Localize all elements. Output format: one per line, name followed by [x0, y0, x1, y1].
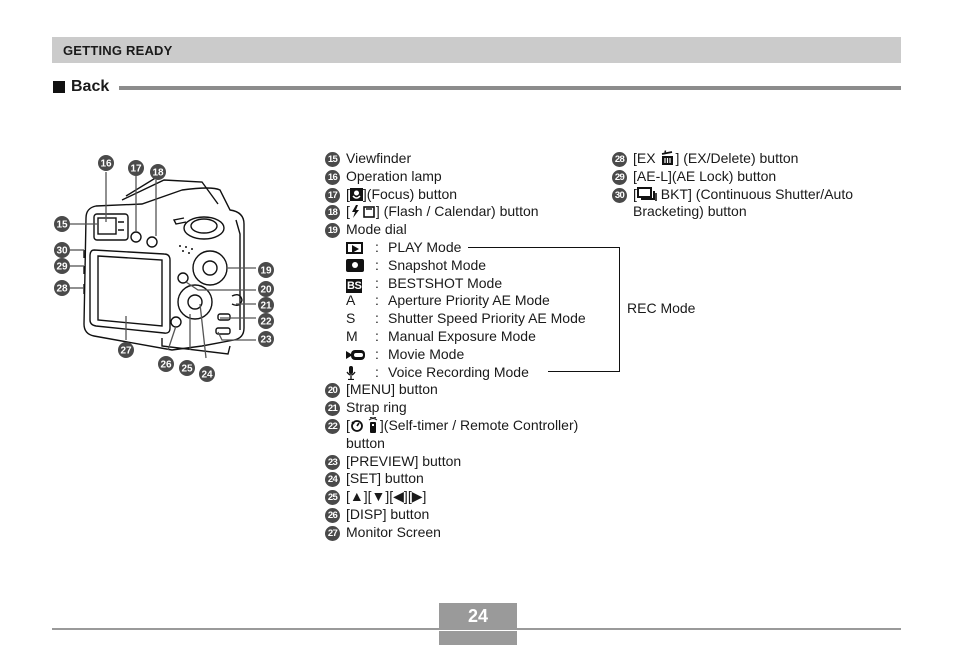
list-item: 25 [▲][▼][◀][▶] [325, 488, 615, 506]
callout-22: 22 [258, 313, 274, 329]
list-item: 29 [AE-L](AE Lock) button [612, 168, 902, 186]
disp-button-shape [170, 316, 182, 328]
bestshot-icon: BS [346, 278, 363, 293]
flash-button-shape [146, 236, 158, 248]
menu-button-shape [177, 272, 189, 284]
focus-button-shape [130, 231, 142, 243]
flash-calendar-icon [351, 205, 375, 219]
svg-text:28: 28 [56, 284, 68, 295]
svg-text:18: 18 [152, 168, 164, 179]
item-number: 15 [325, 152, 340, 167]
svg-text:21: 21 [260, 301, 272, 312]
play-icon [346, 241, 363, 254]
list-item: 16 Operation lamp [325, 168, 615, 186]
rec-mode-label: REC Mode [627, 300, 696, 316]
callout-28: 28 [54, 280, 70, 296]
continuous-shutter-icon [636, 186, 657, 201]
callout-26: 26 [158, 356, 174, 372]
svg-text:26: 26 [160, 360, 172, 371]
item-number: 21 [325, 401, 340, 417]
callout-19: 19 [258, 262, 274, 278]
list-item: 26 [DISP] button [325, 506, 615, 524]
camera-back-illustration: 15 16 17 18 30 29 28 19 20 21 22 23 27 2… [54, 155, 274, 382]
svg-text:27: 27 [120, 346, 132, 357]
svg-text:24: 24 [201, 370, 213, 381]
svg-text:22: 22 [260, 317, 272, 328]
list-item: 24 [SET] button [325, 470, 615, 488]
item-number: 23 [325, 454, 340, 470]
svg-text:17: 17 [130, 164, 142, 175]
page-number: 24 [467, 606, 489, 626]
callout-16: 16 [98, 155, 114, 171]
list-item: 28 [EX ] (EX/Delete) button [612, 150, 902, 168]
svg-text:23: 23 [260, 335, 272, 346]
parts-list-column-2: 28 [EX ] (EX/Delete) button 29 [AE-L](AE… [612, 150, 902, 221]
item-number: 16 [325, 169, 340, 185]
microphone-icon [346, 365, 356, 380]
trash-icon [662, 150, 674, 165]
heading-title: Back [71, 78, 110, 95]
list-item: 15 Viewfinder [325, 150, 615, 168]
svg-text:25: 25 [181, 364, 193, 375]
item-number: 22 [325, 418, 340, 434]
list-item: 19 Mode dial [325, 221, 615, 239]
list-item: 18 [] (Flash / Calendar) button [325, 203, 615, 221]
heading-rule [119, 86, 901, 90]
callout-18: 18 [150, 164, 166, 180]
list-item: 17 [](Focus) button [325, 186, 615, 204]
item-number: 27 [325, 525, 340, 541]
section-title: GETTING READY [63, 43, 173, 58]
item-number: 29 [612, 169, 627, 185]
list-item: 22 [](Self-timer / Remote Controller) bu… [325, 416, 615, 453]
item-number: 19 [325, 223, 340, 239]
item-number: 25 [325, 490, 340, 506]
shutter-button [183, 216, 225, 240]
item-number: 26 [325, 507, 340, 523]
callout-15: 15 [54, 216, 70, 232]
item-number: 20 [325, 383, 340, 399]
movie-icon [346, 349, 365, 360]
callout-21: 21 [258, 297, 274, 313]
section-header-bar: GETTING READY [52, 37, 901, 63]
callout-27: 27 [118, 342, 134, 358]
macro-flower-icon [349, 187, 363, 201]
list-item: 21 Strap ring [325, 399, 615, 417]
item-number: 24 [325, 472, 340, 488]
camera-icon [346, 258, 364, 272]
camera-body [83, 187, 245, 351]
mode-dial-shape [192, 250, 228, 286]
callout-25: 25 [179, 360, 195, 376]
item-number: 30 [612, 187, 627, 203]
list-item: 20 [MENU] button [325, 381, 615, 399]
callout-30: 30 [54, 242, 70, 258]
item-number: 18 [325, 205, 340, 221]
rec-mode-bracket [468, 247, 620, 372]
item-number: 17 [325, 187, 340, 203]
list-item: 23 [PREVIEW] button [325, 453, 615, 471]
callout-20: 20 [258, 281, 274, 297]
svg-text:29: 29 [56, 262, 68, 273]
svg-text:20: 20 [260, 285, 272, 296]
callout-29: 29 [54, 258, 70, 274]
svg-text:15: 15 [56, 220, 68, 231]
selftimer-remote-icon [350, 416, 378, 433]
list-item: 30 [ BKT] (Continuous Shutter/Auto Brack… [612, 186, 902, 222]
callout-23: 23 [258, 331, 274, 347]
callout-17: 17 [128, 160, 144, 176]
page-number-box: 24 [439, 603, 517, 645]
svg-text:16: 16 [100, 159, 112, 170]
svg-text:19: 19 [260, 266, 272, 277]
callout-24: 24 [199, 366, 215, 382]
item-number: 28 [612, 152, 627, 167]
bullet-square-icon [53, 81, 65, 93]
svg-text:30: 30 [56, 246, 68, 257]
list-item: 27 Monitor Screen [325, 524, 615, 542]
heading: Back [53, 78, 901, 98]
